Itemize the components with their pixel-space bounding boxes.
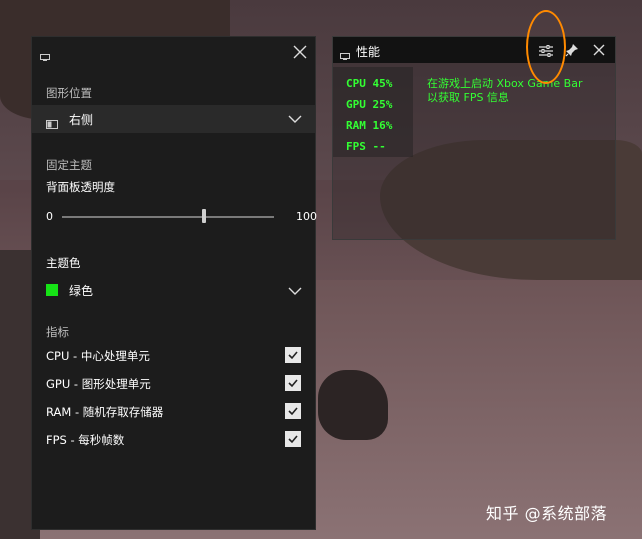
pin-icon[interactable] [565,42,579,57]
accent-color-swatch [46,284,58,296]
metric-label: CPU - 中心处理单元 [46,349,150,363]
settings-panel: 图形位置 右侧 固定主题 背面板透明度 0 100 主题色 绿色 指标 CPU … [31,36,317,530]
fps-info-line2: 以获取 FPS 信息 [427,91,509,104]
opacity-slider[interactable]: 0 100 [46,207,317,227]
gpu-stat: GPU 25% [346,98,393,111]
checkmark-icon [288,351,298,360]
metrics-section-label: 指标 [46,325,69,339]
metric-row-fps[interactable]: FPS - 每秒帧数 [46,430,301,450]
checkmark-icon [288,435,298,444]
checkbox-cpu[interactable] [285,347,301,363]
accent-color-label: 主题色 [46,256,81,270]
accent-color-value: 绿色 [69,284,94,298]
fps-info-text: 在游戏上启动 Xbox Game Bar 以获取 FPS 信息 [427,77,582,105]
metric-label: GPU - 图形处理单元 [46,377,151,391]
position-dropdown[interactable]: 右侧 [32,105,315,133]
checkbox-fps[interactable] [285,431,301,447]
watermark-text: 知乎 @系统部落 [486,504,608,523]
monitor-icon [340,46,350,65]
opacity-min-label: 0 [46,210,53,223]
close-icon[interactable] [592,42,606,56]
monitor-icon [40,47,50,66]
chevron-down-icon[interactable] [287,283,303,299]
accent-color-dropdown[interactable]: 绿色 [32,278,315,304]
checkmark-icon [288,407,298,416]
fps-stat: FPS -- [346,140,386,153]
position-value: 右侧 [69,113,94,127]
checkmark-icon [288,379,298,388]
ram-stat: RAM 16% [346,119,393,132]
performance-title: 性能 [356,45,381,59]
section-position-label: 图形位置 [46,86,92,100]
chevron-down-icon[interactable] [287,111,303,127]
close-icon[interactable] [291,43,309,61]
opacity-label: 背面板透明度 [46,180,115,194]
metric-label: RAM - 随机存取存储器 [46,405,164,419]
cpu-stat: CPU 45% [346,77,393,90]
section-theme-label: 固定主题 [46,158,92,172]
performance-overlay: 性能 CPU 45% GPU 25% RAM 16% FPS -- 在游戏上启动… [332,36,616,240]
performance-stats: CPU 45% GPU 25% RAM 16% FPS -- [333,67,413,157]
opacity-max-label: 100 [296,210,317,223]
fps-info-line1: 在游戏上启动 Xbox Game Bar [427,77,583,90]
checkbox-gpu[interactable] [285,375,301,391]
metric-row-ram[interactable]: RAM - 随机存取存储器 [46,402,301,422]
metric-row-cpu[interactable]: CPU - 中心处理单元 [46,346,301,366]
checkbox-ram[interactable] [285,403,301,419]
highlight-circle [526,10,566,84]
metric-label: FPS - 每秒帧数 [46,433,125,447]
slider-thumb[interactable] [202,209,207,223]
settings-topbar [32,37,315,67]
performance-header[interactable]: 性能 [333,37,615,63]
position-icon [46,114,58,133]
metric-row-gpu[interactable]: GPU - 图形处理单元 [46,374,301,394]
slider-track[interactable] [62,216,274,218]
